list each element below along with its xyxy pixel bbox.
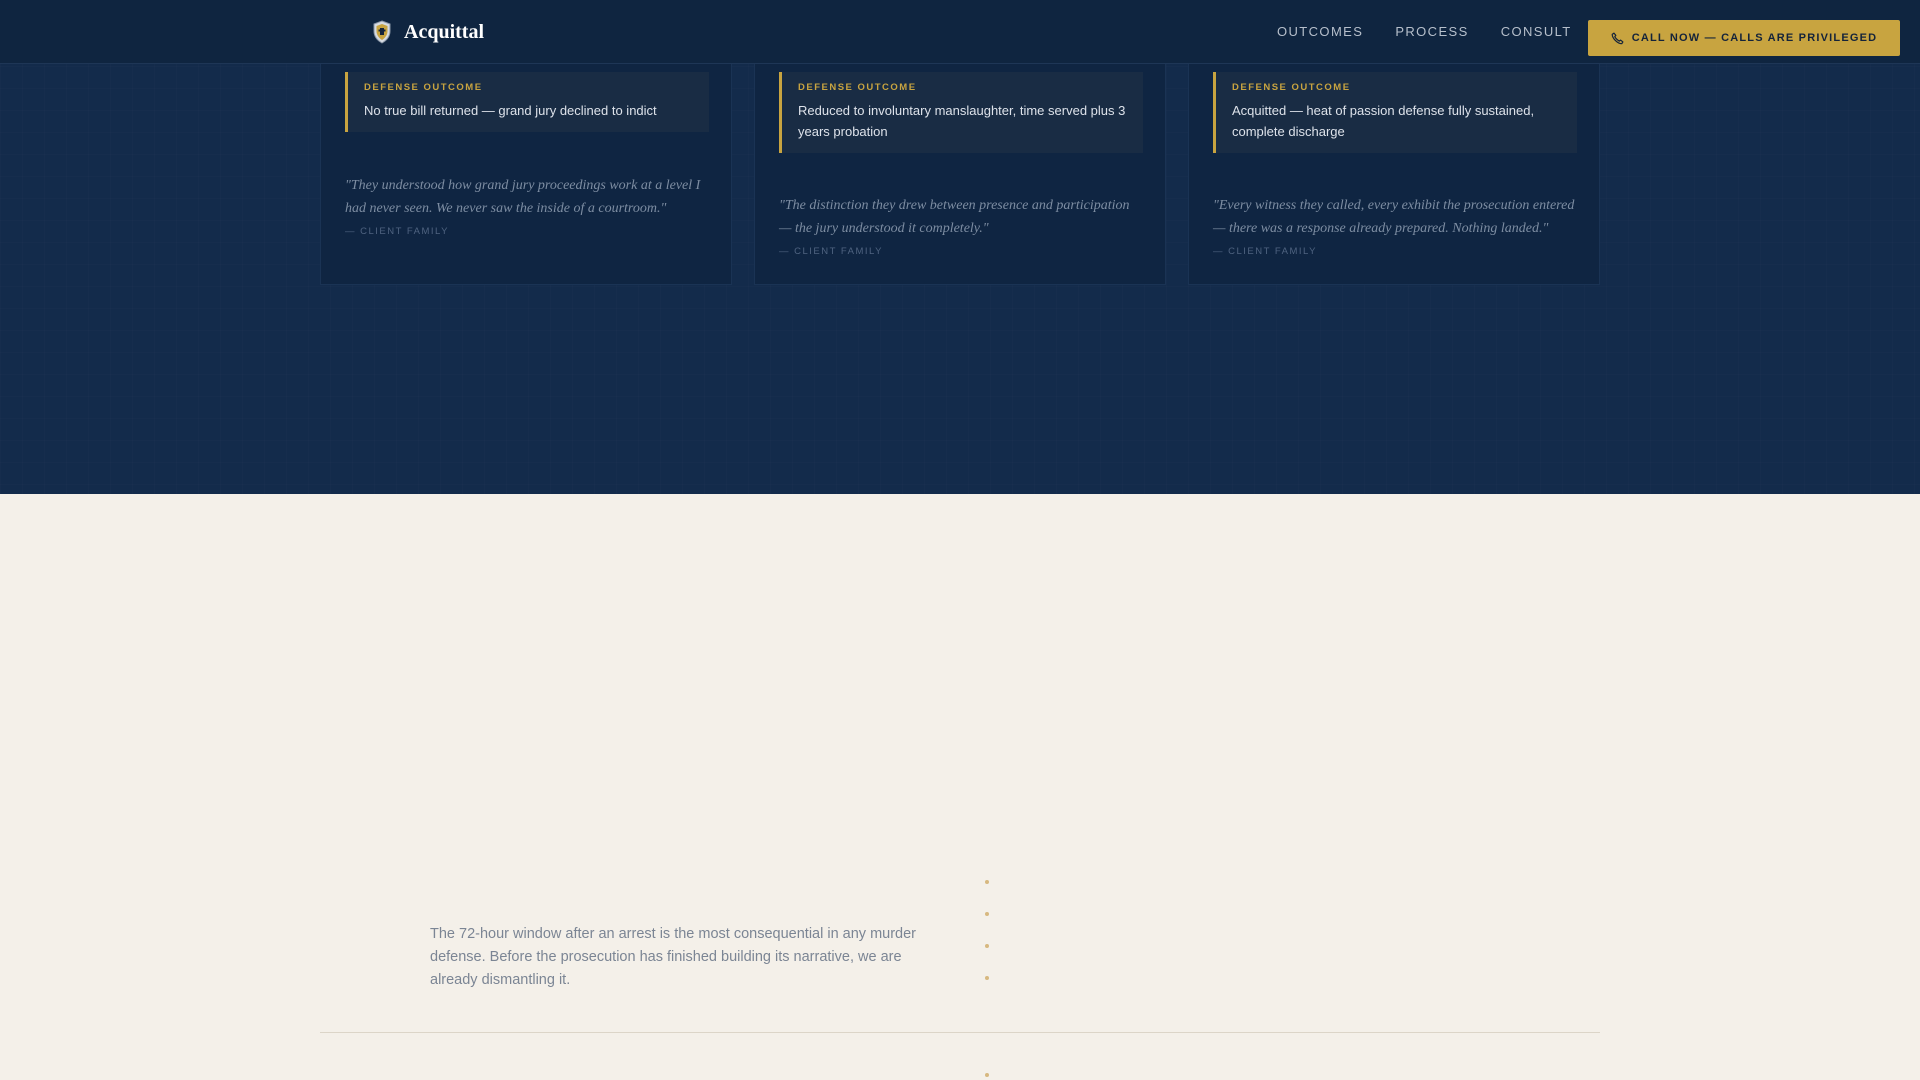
brand-logo[interactable]: Acquittal <box>372 19 484 45</box>
main-nav: OUTCOMES PROCESS CONSULT <box>1277 24 1604 40</box>
defense-outcome-box: DEFENSE OUTCOME Acquitted — heat of pass… <box>1213 72 1577 153</box>
outcome-text: No true bill returned — grand jury decli… <box>364 103 657 118</box>
call-now-button[interactable]: CALL NOW — CALLS ARE PRIVILEGED <box>1588 20 1900 56</box>
testimonial-card: DEFENSE OUTCOME Acquitted — heat of pass… <box>1188 64 1600 285</box>
phone-icon <box>1611 32 1624 44</box>
nav-link-consult[interactable]: CONSULT <box>1501 24 1572 40</box>
shield-crest-icon <box>373 20 391 44</box>
defense-outcome-box: DEFENSE OUTCOME No true bill returned — … <box>345 72 709 132</box>
timeline-dot <box>985 912 989 916</box>
testimonial-card: DEFENSE OUTCOME No true bill returned — … <box>320 64 732 285</box>
timeline-dot <box>985 944 989 948</box>
testimonial-quote: "The distinction they drew between prese… <box>779 198 1130 236</box>
section-divider <box>320 1032 1600 1033</box>
nav-link-process[interactable]: PROCESS <box>1395 24 1468 40</box>
testimonial-quote: "They understood how grand jury proceedi… <box>345 178 701 216</box>
outcome-label: DEFENSE OUTCOME <box>798 82 917 93</box>
testimonial-quote: "Every witness they called, every exhibi… <box>1213 198 1575 236</box>
defense-outcome-box: DEFENSE OUTCOME Reduced to involuntary m… <box>779 72 1143 153</box>
call-now-label: CALL NOW — CALLS ARE PRIVILEGED <box>1631 32 1878 44</box>
timeline-dot <box>985 880 989 884</box>
outcome-text: Reduced to involuntary manslaughter, tim… <box>798 103 1126 139</box>
testimonial-attribution: — CLIENT FAMILY <box>1213 246 1317 257</box>
testimonial-attribution: — CLIENT FAMILY <box>345 226 449 237</box>
timeline-dot <box>985 1073 989 1077</box>
testimonial-card: DEFENSE OUTCOME Reduced to involuntary m… <box>754 64 1166 285</box>
nav-link-outcomes[interactable]: OUTCOMES <box>1277 24 1363 40</box>
testimonial-attribution: — CLIENT FAMILY <box>779 246 883 257</box>
outcome-text: Acquitted — heat of passion defense full… <box>1232 103 1535 139</box>
outcome-label: DEFENSE OUTCOME <box>364 82 483 93</box>
timeline-dot <box>985 976 989 980</box>
top-navbar: Acquittal OUTCOMES PROCESS CONSULT CALL … <box>0 0 1920 64</box>
process-intro-text: The 72-hour window after an arrest is th… <box>430 926 916 988</box>
brand-name: Acquittal <box>404 21 484 43</box>
outcome-label: DEFENSE OUTCOME <box>1232 82 1351 93</box>
